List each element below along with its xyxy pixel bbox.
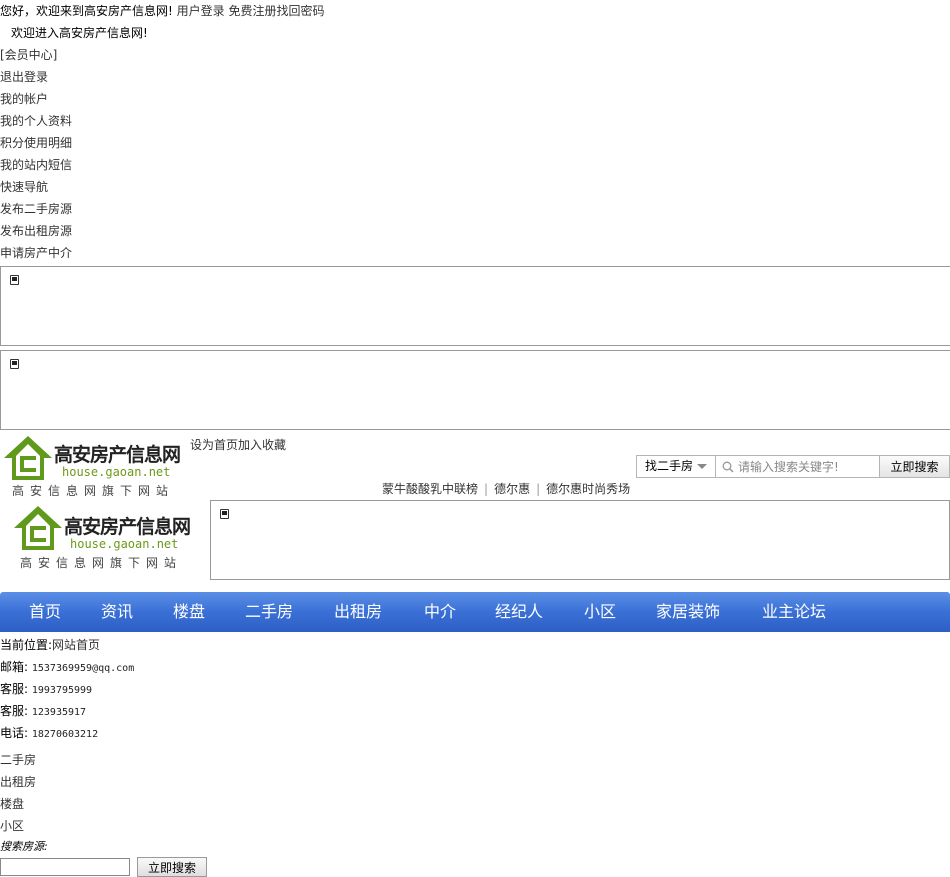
logo-domain-text: house.gaoan.net [62,465,171,479]
type-link-communities[interactable]: 小区 [0,819,24,833]
contact-value: 1993795999 [31,685,93,696]
add-favorite-link[interactable]: 加入收藏 [238,438,286,452]
property-type-list: 二手房 出租房 楼盘 小区 [0,749,36,837]
recover-password-link[interactable]: 找回密码 [277,4,325,18]
nav-item-news[interactable]: 资讯 [101,592,133,632]
nav-item-home-decor[interactable]: 家居装饰 [656,592,720,632]
search-source-label: 搜索房源: [0,840,48,853]
search-box [716,455,880,478]
breadcrumb: 当前位置:网站首页 [0,634,100,656]
contact-label: 客服: [0,704,29,718]
contact-value: 18270603212 [31,729,99,740]
ad-frame-top [0,266,950,346]
nav-item-agency[interactable]: 中介 [424,592,456,632]
type-link-rental[interactable]: 出租房 [0,775,36,789]
nav-item-estates[interactable]: 楼盘 [173,592,205,632]
member-welcome: 欢迎进入高安房产信息网! [11,26,148,40]
search-bar: 找二手房 立即搜索 [636,455,950,478]
member-menu-item-account[interactable]: 我的帐户 [0,92,48,106]
divider: | [484,482,489,496]
hot-link[interactable]: 蒙牛酸酸乳中联榜 [382,482,478,496]
breadcrumb-home-link[interactable]: 网站首页 [52,638,100,652]
contact-label: 电话: [0,726,29,740]
nav-item-communities[interactable]: 小区 [584,592,616,632]
top-bar: 您好，欢迎来到高安房产信息网! 用户登录 免费注册找回密码 [0,0,325,22]
ad-frame-header [210,500,950,580]
nav-item-owners-forum[interactable]: 业主论坛 [762,592,826,632]
member-menu-item-apply-agency[interactable]: 申请房产中介 [0,246,72,260]
contact-label: 客服: [0,682,29,696]
member-menu-item-post-rental[interactable]: 发布出租房源 [0,224,72,238]
member-center-heading: [会员中心] [0,48,58,62]
register-link[interactable]: 免费注册 [228,4,276,18]
home-links: 设为首页加入收藏 [190,434,286,456]
search-type-value: 找二手房 [645,459,694,473]
source-search-button[interactable]: 立即搜索 [137,857,207,877]
chevron-down-icon [697,464,707,469]
type-link-resale[interactable]: 二手房 [0,753,36,767]
nav-item-brokers[interactable]: 经纪人 [495,592,543,632]
hot-links: 蒙牛酸酸乳中联榜 | 德尔惠 | 德尔惠时尚秀场 [382,478,630,500]
contact-value: 123935917 [31,707,87,718]
broken-image-icon [220,509,229,519]
search-input[interactable] [738,458,876,475]
contact-label: 邮箱: [0,660,29,674]
search-icon [722,461,734,473]
welcome-text: 您好，欢迎来到高安房产信息网! [0,4,173,18]
hot-link[interactable]: 德尔惠 [494,482,530,496]
site-logo-main[interactable]: 高安房产信息网 house.gaoan.net 高安信息网旗下网站 [12,504,202,574]
broken-image-icon [10,359,19,369]
source-search-input[interactable] [0,858,130,876]
logo-subtitle: 高安信息网旗下网站 [12,484,175,496]
house-logo-icon [4,436,52,480]
contact-email: 邮箱: 1537369959@qq.com [0,656,134,680]
logo-domain-text: house.gaoan.net [70,537,179,551]
broken-image-icon [10,275,19,285]
contact-phone: 电话: 18270603212 [0,722,98,746]
contact-service-2: 客服: 123935917 [0,700,86,724]
hot-link[interactable]: 德尔惠时尚秀场 [546,482,630,496]
member-menu-item-quick-nav[interactable]: 快速导航 [0,180,48,194]
nav-item-rental[interactable]: 出租房 [334,592,382,632]
search-type-select[interactable]: 找二手房 [636,455,716,478]
member-menu-item-messages[interactable]: 我的站内短信 [0,158,72,172]
member-menu-item-points[interactable]: 积分使用明细 [0,136,72,150]
divider: | [536,482,541,496]
house-logo-icon [14,506,62,550]
ad-frame-second [0,350,950,430]
logo-brand-text: 高安房产信息网 [54,444,181,466]
main-nav: 首页 资讯 楼盘 二手房 出租房 中介 经纪人 小区 家居装饰 业主论坛 [0,592,950,632]
site-logo-small[interactable]: 高安房产信息网 house.gaoan.net 高安信息网旗下网站 [2,434,182,496]
member-menu-item-post-resale[interactable]: 发布二手房源 [0,202,72,216]
nav-item-home[interactable]: 首页 [29,592,61,632]
member-menu: 退出登录 我的帐户 我的个人资料 积分使用明细 我的站内短信 快速导航 发布二手… [0,66,72,264]
logo-subtitle: 高安信息网旗下网站 [20,556,183,570]
nav-item-resale[interactable]: 二手房 [245,592,293,632]
contact-value: 1537369959@qq.com [31,663,135,674]
member-menu-item-logout[interactable]: 退出登录 [0,70,48,84]
logo-brand-text: 高安房产信息网 [64,516,191,538]
set-homepage-link[interactable]: 设为首页 [190,438,238,452]
search-button[interactable]: 立即搜索 [880,455,950,478]
type-link-estates[interactable]: 楼盘 [0,797,24,811]
login-link[interactable]: 用户登录 [177,4,225,18]
contact-service-1: 客服: 1993795999 [0,678,92,702]
member-menu-item-profile[interactable]: 我的个人资料 [0,114,72,128]
breadcrumb-label: 当前位置: [0,638,53,652]
